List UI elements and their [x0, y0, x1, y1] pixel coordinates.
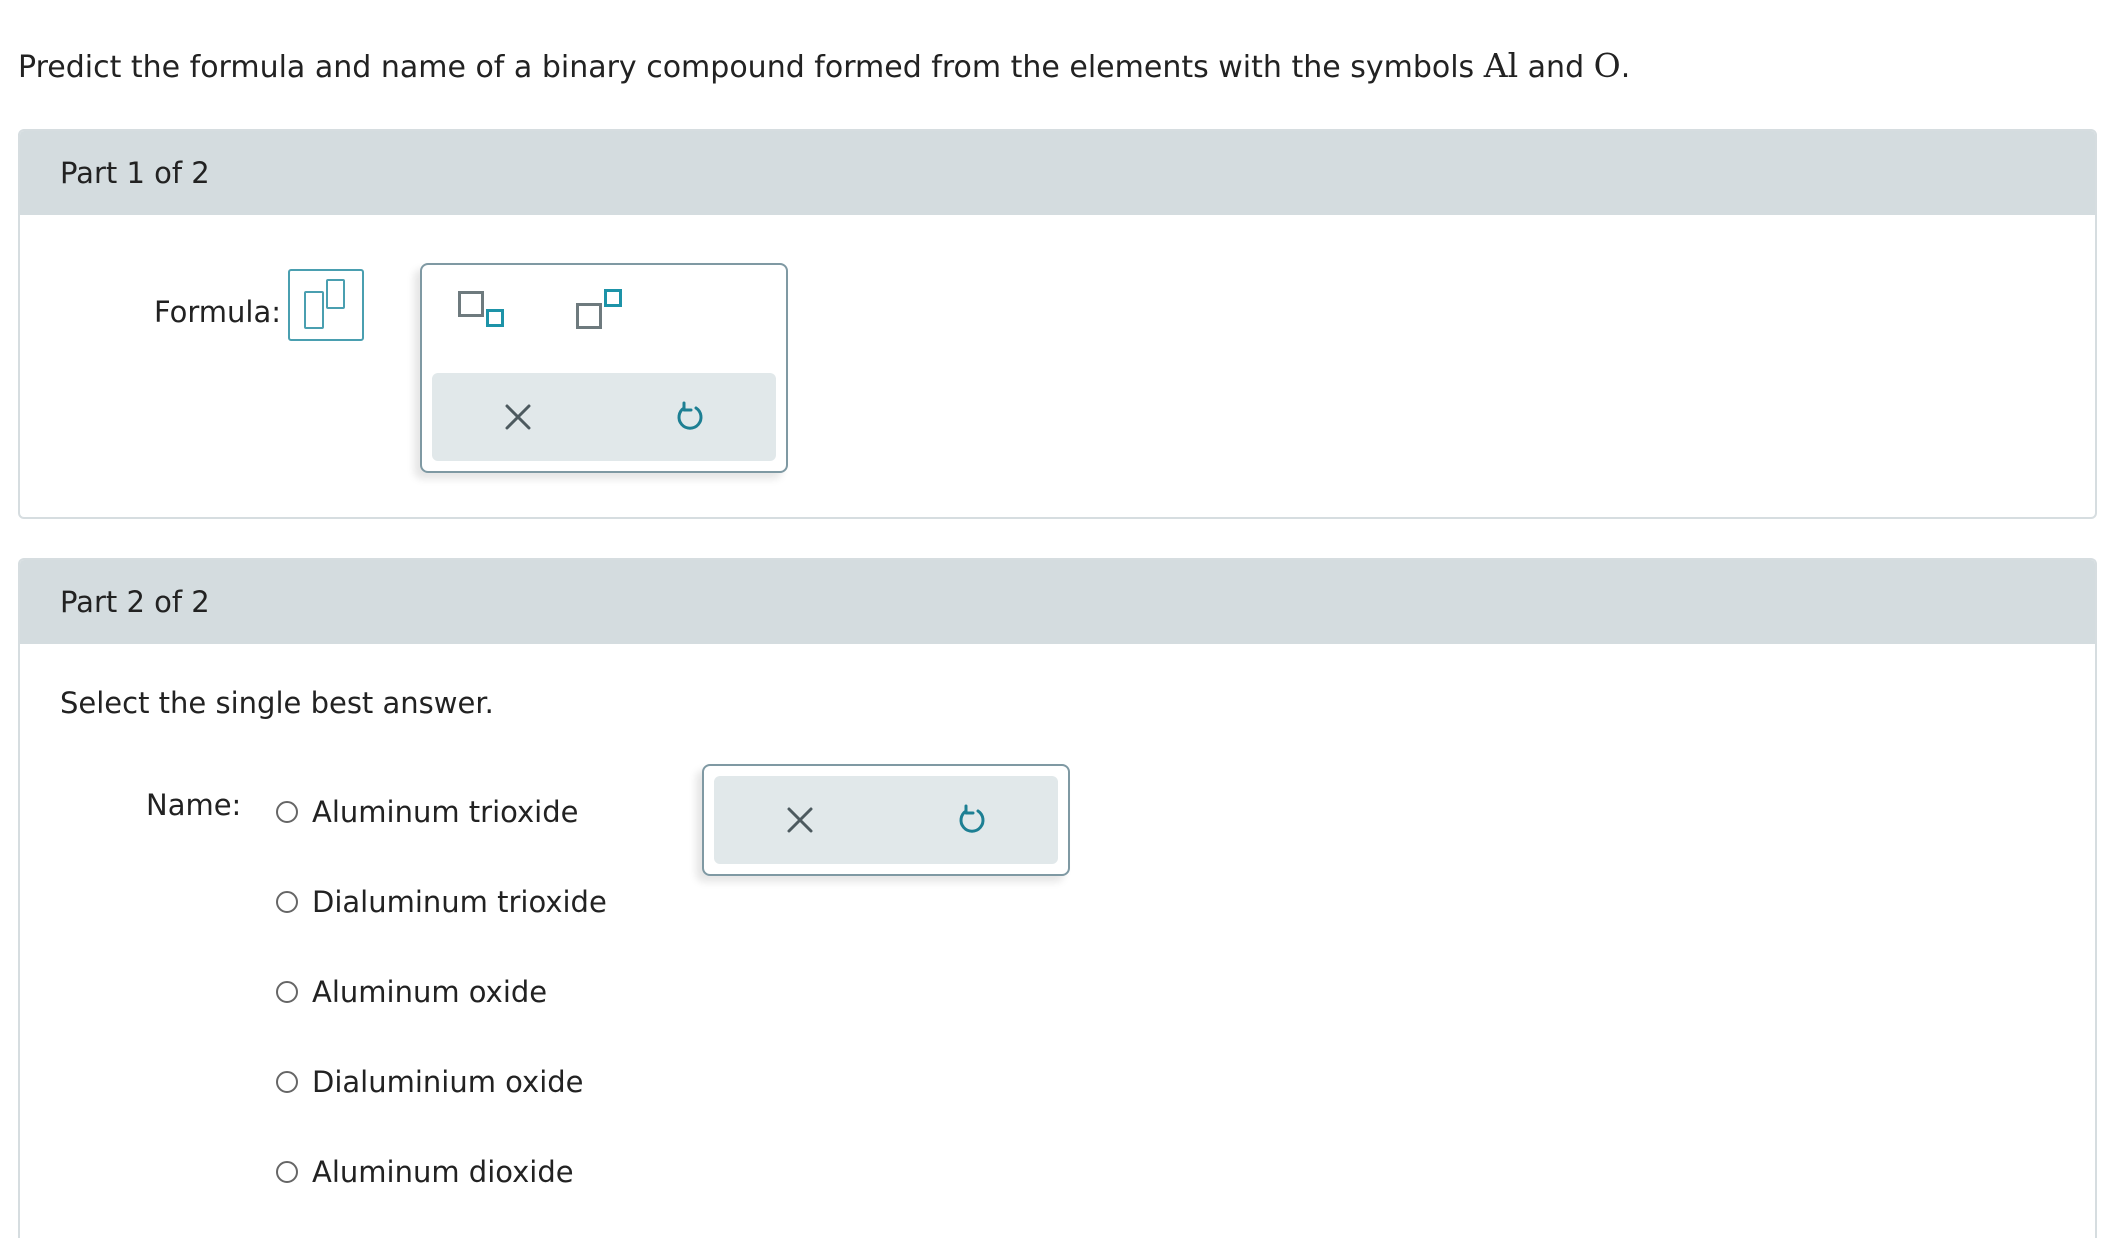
option-label: Dialuminum trioxide — [312, 885, 607, 919]
formula-label: Formula: — [154, 295, 282, 329]
part-1-title: Part 1 of 2 — [60, 156, 210, 190]
formula-exponent-slot[interactable] — [326, 279, 345, 309]
part-2-title: Part 2 of 2 — [60, 585, 210, 619]
option-label: Aluminum trioxide — [312, 795, 579, 829]
radio-button[interactable] — [276, 891, 298, 913]
formula-input[interactable] — [288, 269, 364, 341]
element-symbol-al: Al — [1483, 46, 1519, 85]
part-2-panel: Part 2 of 2 Select the single best answe… — [18, 558, 2097, 1238]
option-aluminum-trioxide[interactable]: Aluminum trioxide — [276, 792, 578, 832]
undo-icon — [677, 401, 703, 430]
formula-base-slot[interactable] — [304, 291, 324, 329]
template-row — [422, 265, 786, 361]
answer-tool-palette — [702, 764, 1070, 876]
undo-icon — [959, 804, 985, 833]
name-label: Name: — [146, 788, 242, 822]
option-label: Dialuminium oxide — [312, 1065, 584, 1099]
formula-clear-button[interactable] — [468, 373, 568, 461]
part-1-panel: Part 1 of 2 Formula: — [18, 129, 2097, 519]
formula-reset-button[interactable] — [640, 373, 740, 461]
subscript-template-button[interactable] — [458, 283, 518, 343]
instruction-text: Select the single best answer. — [60, 686, 494, 720]
part-1-header: Part 1 of 2 — [20, 131, 2095, 215]
radio-button[interactable] — [276, 1161, 298, 1183]
option-aluminum-dioxide[interactable]: Aluminum dioxide — [276, 1152, 574, 1192]
close-icon — [505, 404, 531, 430]
question-suffix: . — [1620, 50, 1631, 85]
question-prefix: Predict the formula and name of a binary… — [18, 50, 1475, 85]
formula-action-bar — [432, 373, 776, 461]
radio-button[interactable] — [276, 981, 298, 1003]
question-text: Predict the formula and name of a binary… — [18, 46, 1630, 88]
radio-button[interactable] — [276, 801, 298, 823]
superscript-template-button[interactable] — [576, 283, 636, 343]
option-label: Aluminum dioxide — [312, 1155, 574, 1189]
answer-clear-button[interactable] — [750, 776, 850, 864]
option-dialuminium-oxide[interactable]: Dialuminium oxide — [276, 1062, 584, 1102]
element-symbol-o: O — [1593, 46, 1621, 85]
radio-button[interactable] — [276, 1071, 298, 1093]
option-aluminum-oxide[interactable]: Aluminum oxide — [276, 972, 547, 1012]
option-label: Aluminum oxide — [312, 975, 548, 1009]
answer-action-bar — [714, 776, 1058, 864]
close-icon — [787, 807, 813, 833]
part-2-header: Part 2 of 2 — [20, 560, 2095, 644]
formula-tool-palette — [420, 263, 788, 473]
answer-reset-button[interactable] — [922, 776, 1022, 864]
question-connector: and — [1527, 50, 1585, 85]
option-dialuminum-trioxide[interactable]: Dialuminum trioxide — [276, 882, 607, 922]
